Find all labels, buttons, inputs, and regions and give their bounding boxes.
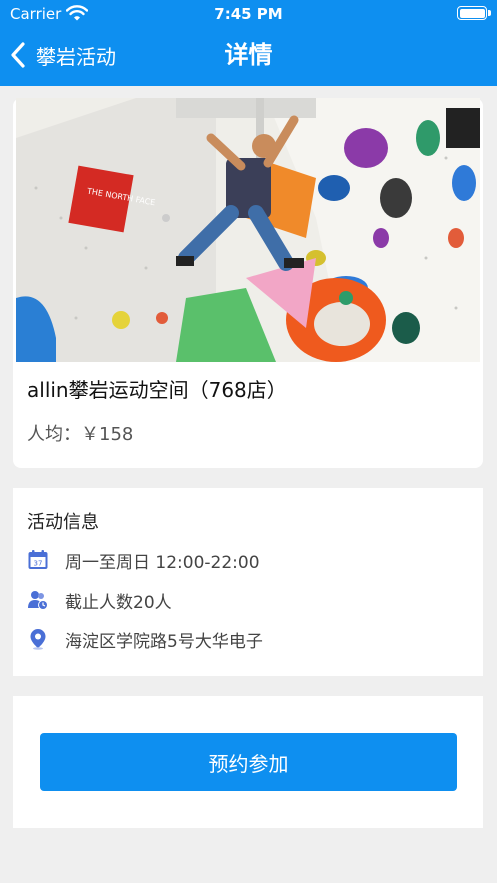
chevron-left-icon	[11, 42, 25, 68]
average-price: 人均：￥158	[27, 424, 134, 445]
action-card: 预约参加	[13, 696, 483, 828]
activity-info-card: 活动信息 37 周一至周日 12:00-22:00 截止人数20人 海淀区学院路…	[13, 488, 483, 676]
back-button[interactable]: 攀岩活动	[10, 38, 116, 72]
svg-text:37: 37	[34, 560, 43, 568]
status-time: 7:45 PM	[214, 5, 283, 23]
capacity-text: 截止人数20人	[65, 592, 172, 613]
status-bar: Carrier 7:45 PM	[0, 0, 497, 28]
schedule-row: 37 周一至周日 12:00-22:00	[27, 547, 260, 573]
battery-icon	[457, 6, 491, 20]
schedule-text: 周一至周日 12:00-22:00	[65, 552, 260, 573]
join-button[interactable]: 预约参加	[40, 733, 457, 791]
calendar-icon: 37	[28, 550, 48, 569]
people-icon	[28, 591, 48, 610]
venue-photo: THE NORTH FACE	[16, 98, 480, 362]
capacity-row: 截止人数20人	[27, 587, 172, 613]
location-pin-icon	[30, 629, 46, 650]
back-label: 攀岩活动	[36, 44, 116, 69]
venue-card[interactable]: THE NORTH FACE allin攀岩运动空间（768店） 人均：￥158	[13, 98, 483, 468]
address-row: 海淀区学院路5号大华电子	[27, 626, 263, 652]
section-title: 活动信息	[27, 512, 99, 533]
address-text: 海淀区学院路5号大华电子	[65, 631, 263, 652]
navigation-header: Carrier 7:45 PM 攀岩活动 详情	[0, 0, 497, 86]
venue-name: allin攀岩运动空间（768店）	[27, 378, 287, 402]
